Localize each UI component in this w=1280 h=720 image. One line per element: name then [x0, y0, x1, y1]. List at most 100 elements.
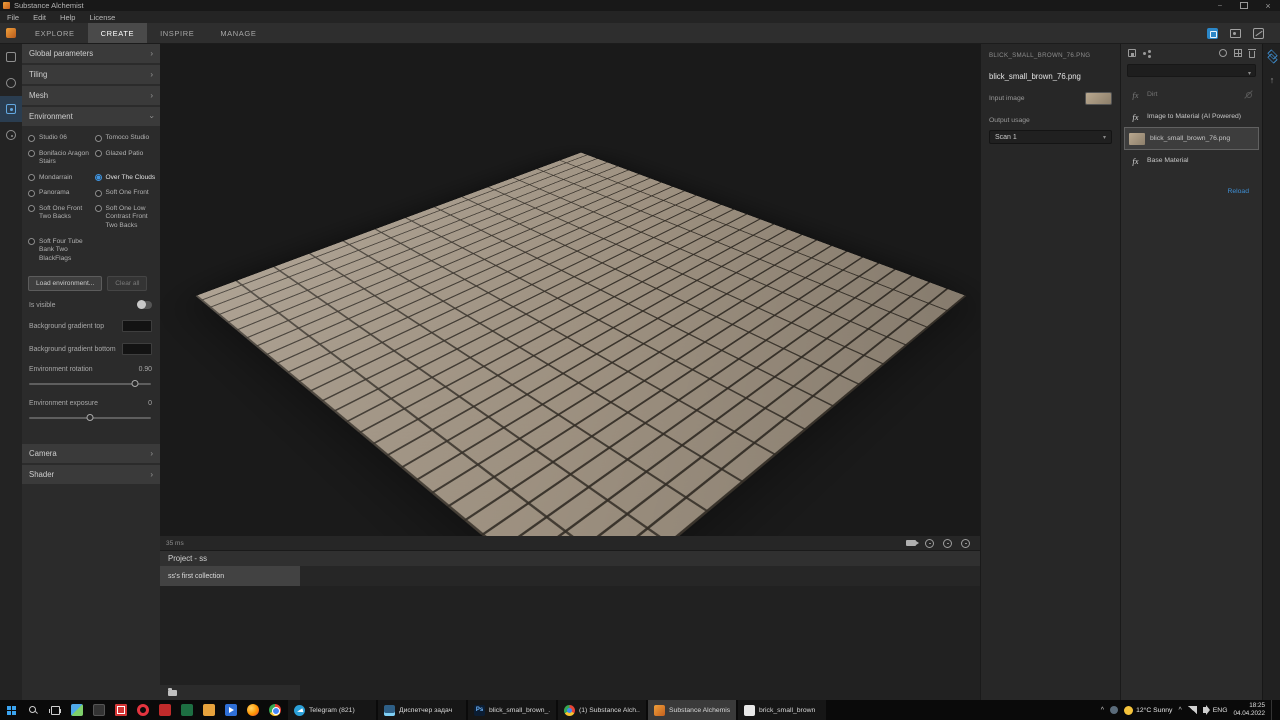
sphere-preview-icon[interactable] — [0, 70, 22, 96]
hidden-icons-chevron[interactable] — [1101, 707, 1104, 714]
layers-filter-dropdown[interactable] — [1127, 64, 1256, 77]
tab-explore[interactable]: EXPLORE — [22, 23, 88, 43]
section-environment[interactable]: Environment — [22, 107, 160, 126]
taskbar-window-browser[interactable]: (1) Substance Alch... — [558, 700, 646, 720]
bg-gradient-top-swatch[interactable] — [122, 320, 152, 333]
photos-app-icon[interactable] — [66, 700, 88, 720]
output-usage-dropdown[interactable]: Scan 1 — [989, 130, 1112, 144]
camera-icon[interactable] — [906, 540, 919, 546]
env-option-mondarrain[interactable]: Mondarrain — [28, 174, 91, 183]
env-option-soft-one-front[interactable]: Soft One Front — [94, 189, 158, 198]
radio-icon — [28, 189, 35, 197]
env-option-over-the-clouds[interactable]: Over The Clouds — [94, 174, 158, 183]
tab-manage[interactable]: MANAGE — [207, 23, 269, 43]
input-image-thumbnail[interactable] — [1085, 92, 1112, 105]
language-indicator[interactable]: ENG — [1213, 707, 1228, 714]
clock[interactable]: 18:25 04.04.2022 — [1233, 702, 1265, 718]
compass-icon[interactable] — [961, 538, 970, 548]
menu-help[interactable]: Help — [53, 11, 82, 23]
orbit-icon[interactable] — [925, 538, 934, 548]
tray-expand-chevron[interactable] — [1178, 707, 1181, 714]
firefox-app-icon[interactable] — [242, 700, 264, 720]
slider-knob[interactable] — [131, 380, 139, 388]
opera-app-icon[interactable] — [132, 700, 154, 720]
history-icon[interactable] — [0, 122, 22, 148]
preview-icon[interactable] — [1219, 49, 1227, 57]
red-white-app-icon[interactable] — [110, 700, 132, 720]
section-tiling[interactable]: Tiling — [22, 65, 160, 84]
section-global-parameters[interactable]: Global parameters — [22, 44, 160, 63]
load-environment-button[interactable]: Load environment... — [28, 276, 103, 292]
weather-widget[interactable]: 12°C Sunny — [1124, 705, 1172, 715]
share-nodes-icon[interactable] — [1143, 51, 1146, 55]
menu-edit[interactable]: Edit — [26, 11, 53, 23]
folder-icon[interactable] — [168, 687, 177, 696]
start-button[interactable] — [0, 700, 22, 720]
tab-inspire[interactable]: INSPIRE — [147, 23, 207, 43]
clear-all-button[interactable]: Clear all — [107, 276, 148, 292]
annotate-icon[interactable] — [1253, 27, 1264, 39]
lab-panel-icon[interactable] — [0, 96, 22, 122]
taskbar-window-brick-small-brown[interactable]: brick_small_brown — [738, 700, 826, 720]
focus-assist-icon[interactable] — [1110, 706, 1119, 714]
search-icon[interactable] — [22, 700, 44, 720]
env-option-glazed-patio[interactable]: Glazed Patio — [94, 150, 158, 167]
delete-layer-icon[interactable] — [1248, 48, 1256, 58]
env-option-studio-06[interactable]: Studio 06 — [28, 134, 91, 143]
browser-app-icon[interactable] — [264, 700, 286, 720]
task-view-icon[interactable] — [44, 700, 66, 720]
environment-exposure-slider[interactable] — [22, 414, 160, 428]
export-image-icon[interactable] — [1230, 28, 1241, 38]
red-app-icon[interactable] — [154, 700, 176, 720]
slider-knob[interactable] — [86, 414, 94, 422]
menu-file[interactable]: File — [0, 11, 26, 23]
selected-asset-header: BLICK_SMALL_BROWN_76.PNG — [989, 52, 1091, 59]
close-button[interactable] — [1256, 0, 1280, 11]
amber-app-icon[interactable] — [198, 700, 220, 720]
layer-dirt[interactable]: fx Dirt — [1125, 84, 1258, 105]
grid-icon[interactable] — [1234, 49, 1242, 57]
env-option-soft-one-front-two-backs[interactable]: Soft One Front Two Backs — [28, 205, 91, 231]
green-app-icon[interactable] — [176, 700, 198, 720]
maximize-button[interactable] — [1232, 0, 1256, 11]
section-mesh[interactable]: Mesh — [22, 86, 160, 105]
env-option-soft-one-low-contrast[interactable]: Soft One Low Contrast Front Two Backs — [94, 205, 158, 231]
environment-rotation-slider[interactable] — [22, 380, 160, 394]
collapse-panel-icon[interactable] — [1263, 68, 1280, 92]
layers-stack-icon[interactable] — [1263, 44, 1280, 68]
menu-license[interactable]: License — [82, 11, 122, 23]
show-desktop-button[interactable] — [1271, 700, 1276, 720]
tab-create[interactable]: CREATE — [87, 23, 148, 43]
volume-icon[interactable] — [1202, 705, 1210, 715]
taskbar-window-telegram[interactable]: Telegram (821) — [288, 700, 376, 720]
layer-image-to-material[interactable]: fx Image to Material (AI Powered) — [1125, 106, 1258, 127]
layer-base-material[interactable]: fx Base Material — [1125, 150, 1258, 171]
env-option-panorama[interactable]: Panorama — [28, 189, 91, 198]
network-icon[interactable] — [1187, 706, 1197, 714]
project-footer — [160, 685, 300, 700]
reload-link[interactable]: Reload — [1121, 188, 1262, 195]
collection-tab[interactable]: ss's first collection — [160, 566, 300, 586]
bg-gradient-bottom-swatch[interactable] — [122, 343, 152, 356]
section-camera[interactable]: Camera — [22, 444, 160, 464]
eye-off-icon[interactable] — [1244, 90, 1253, 99]
dark-app-icon[interactable] — [88, 700, 110, 720]
layer-blick-small-brown[interactable]: blick_small_brown_76.png — [1124, 127, 1259, 150]
taskbar-window-substance-alchemist[interactable]: Substance Alchemist — [648, 700, 736, 720]
is-visible-toggle[interactable] — [137, 300, 152, 310]
minimize-button[interactable] — [1208, 0, 1232, 11]
section-shader[interactable]: Shader — [22, 465, 160, 485]
taskbar-window-task-manager[interactable]: Диспетчер задач — [378, 700, 466, 720]
taskbar-window-photoshop[interactable]: Ps blick_small_brown_... — [468, 700, 556, 720]
scene-view-icon[interactable] — [0, 44, 22, 70]
env-option-soft-four-tube[interactable]: Soft Four Tube Bank Two BlackFlags — [28, 238, 91, 264]
media-player-app-icon[interactable] — [220, 700, 242, 720]
viewport-3d[interactable] — [160, 44, 980, 536]
community-icon[interactable] — [1207, 27, 1218, 39]
save-icon[interactable] — [1128, 49, 1136, 57]
focus-icon[interactable] — [943, 538, 952, 548]
env-option-tomoco-studio[interactable]: Tomoco Studio — [94, 134, 158, 143]
fx-icon: fx — [1132, 89, 1139, 100]
project-shelf[interactable] — [160, 586, 980, 700]
env-option-bonifacio-aragon-stairs[interactable]: Bonifacio Aragon Stairs — [28, 150, 91, 167]
